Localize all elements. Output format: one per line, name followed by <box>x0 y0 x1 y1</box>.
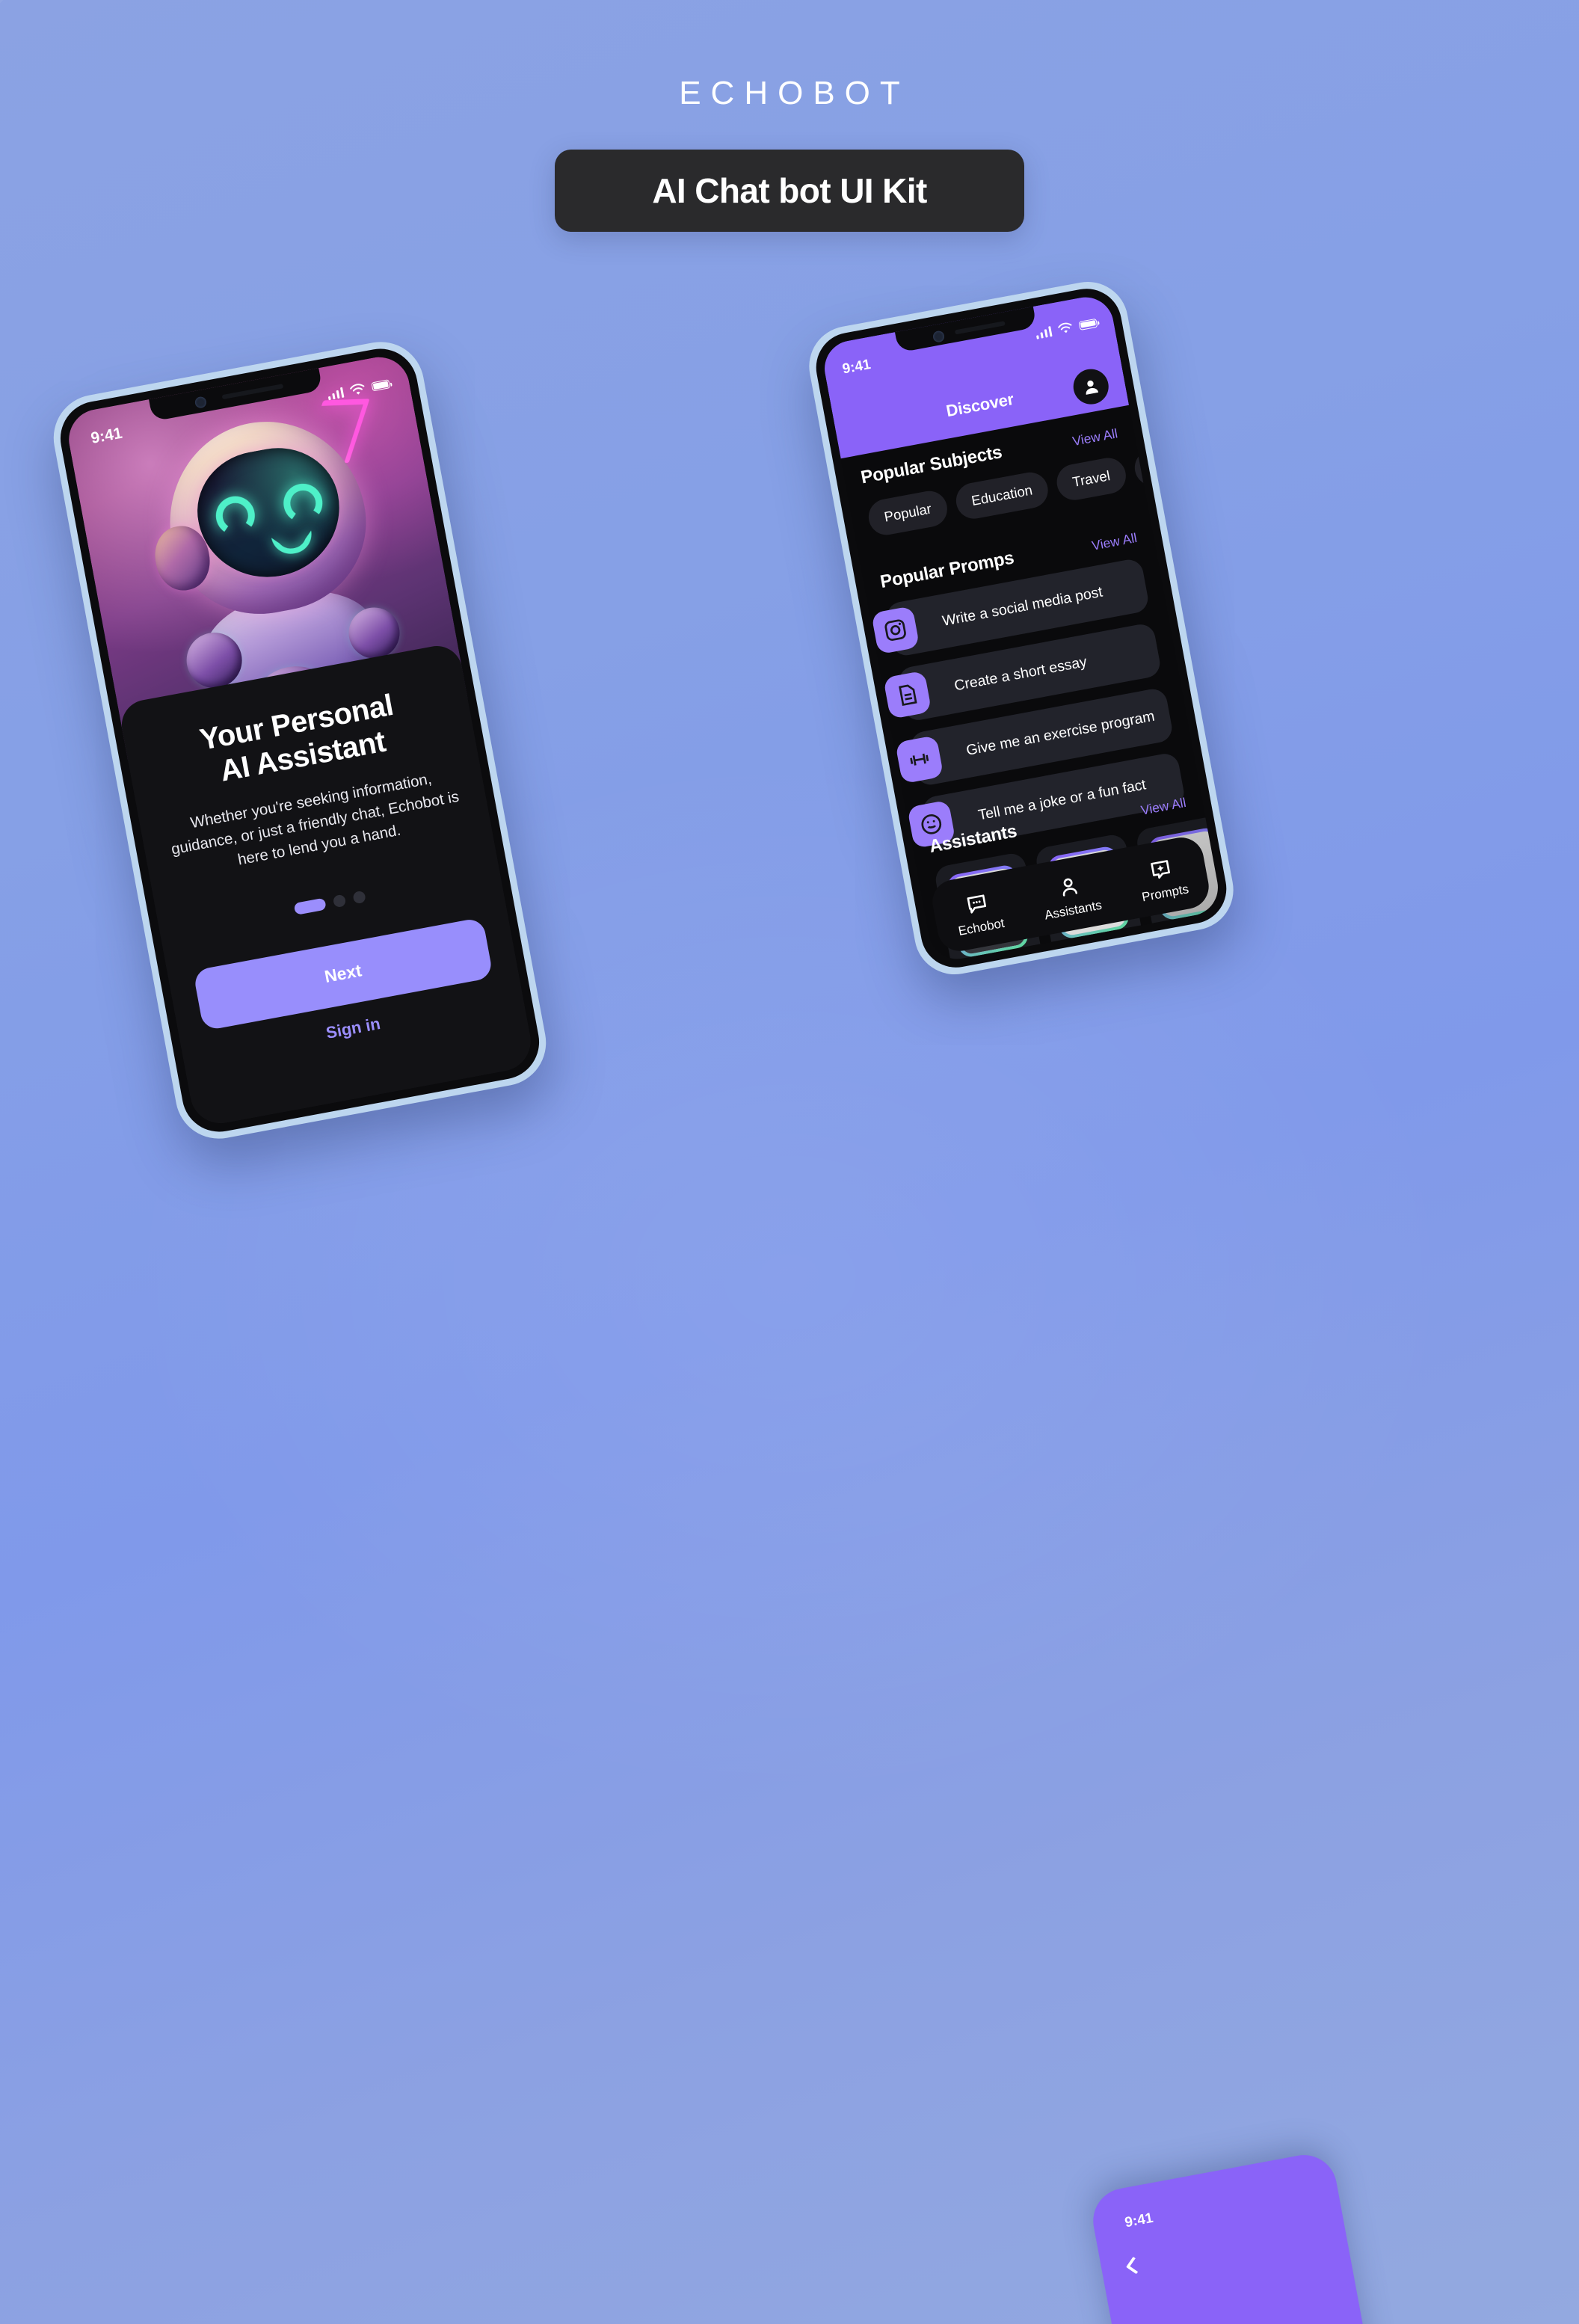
pagination-dot[interactable] <box>332 894 347 909</box>
robot-smile <box>271 530 315 557</box>
sparkle-bubble-icon <box>1151 860 1171 879</box>
prompt-icon-tile <box>883 670 932 719</box>
subject-chip[interactable]: Popular <box>865 488 950 538</box>
cellular-bars-icon <box>1035 325 1053 339</box>
prompt-icon-tile <box>895 735 944 784</box>
prompt-label: Give me an exercise program <box>964 707 1157 759</box>
view-all-subjects[interactable]: View All <box>1071 425 1119 449</box>
tab-prompts[interactable]: Prompts <box>1136 854 1190 906</box>
pagination-dots <box>184 870 475 935</box>
subject-chip[interactable]: Education <box>952 469 1051 522</box>
prompt-label: Create a short essay <box>952 653 1089 694</box>
tab-echobot[interactable]: Echobot <box>952 888 1006 939</box>
title-badge: AI Chat bot UI Kit <box>555 150 1024 232</box>
page-title: AI Chat bot UI Kit <box>652 171 927 210</box>
status-time: 9:41 <box>89 424 124 447</box>
robot-eye-right <box>280 480 326 526</box>
prompt-icon-tile <box>871 606 920 655</box>
person-icon <box>1062 878 1078 897</box>
brand-wordmark: ECHOBOT <box>679 75 910 111</box>
battery-icon <box>1078 318 1098 331</box>
tab-assistants[interactable]: Assistants <box>1038 870 1104 923</box>
pagination-dot[interactable] <box>352 890 366 905</box>
tab-label: Echobot <box>957 915 1006 938</box>
cellular-bars-icon <box>327 387 345 401</box>
earpiece-speaker <box>954 321 1006 335</box>
tab-label: Prompts <box>1140 882 1190 905</box>
user-avatar-icon <box>1086 380 1099 395</box>
fitness-icon <box>910 753 929 766</box>
view-all-assistants[interactable]: View All <box>1139 795 1187 819</box>
document-icon <box>899 684 917 707</box>
earpiece-speaker <box>221 384 284 400</box>
status-time: 9:41 <box>1123 2210 1155 2231</box>
robot-eye-left <box>212 493 259 538</box>
tab-label: Assistants <box>1043 897 1104 923</box>
chevron-left-icon[interactable] <box>1125 2256 1144 2275</box>
poster-header: ECHOBOT AI Chat bot UI Kit <box>0 0 1579 232</box>
prompt-label: Write a social media post <box>941 583 1104 630</box>
front-camera-icon <box>932 330 946 343</box>
view-all-promps[interactable]: View All <box>1091 530 1139 554</box>
subject-chip[interactable]: Travel <box>1053 455 1129 503</box>
front-camera-icon <box>194 396 208 409</box>
wifi-icon <box>1058 322 1072 333</box>
status-time: 9:41 <box>840 356 872 378</box>
chat-bubble-icon <box>967 894 987 914</box>
instagram-icon <box>884 619 906 641</box>
battery-icon <box>371 379 391 392</box>
pagination-dot-active[interactable] <box>293 897 327 915</box>
page-background <box>0 0 1579 2324</box>
wifi-icon <box>350 384 365 395</box>
